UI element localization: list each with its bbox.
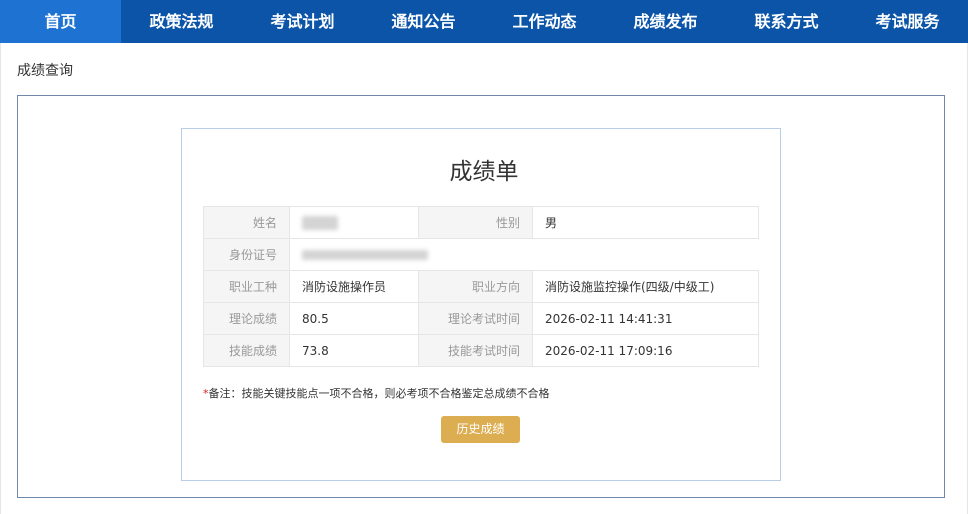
skill-score-value: 73.8 — [289, 334, 419, 367]
breadcrumb: 成绩查询 — [17, 63, 73, 79]
nav-news[interactable]: 工作动态 — [484, 0, 605, 43]
table-row: 职业工种 消防设施操作员 职业方向 消防设施监控操作(四级/中级工) — [203, 270, 759, 303]
name-value — [289, 206, 419, 239]
skill-time-label: 技能考试时间 — [418, 334, 533, 367]
nav-policy[interactable]: 政策法规 — [121, 0, 242, 43]
note: *备注：技能关键技能点一项不合格，则必考项不合格鉴定总成绩不合格 — [203, 385, 550, 401]
skill-score-label: 技能成绩 — [203, 334, 290, 367]
skill-time-value: 2026-02-11 17:09:16 — [532, 334, 759, 367]
score-table: 姓名 性别 男 身份证号 职业工种 消防设施操作员 职业方向 消防设施监控操作(… — [203, 206, 759, 367]
table-row: 技能成绩 73.8 技能考试时间 2026-02-11 17:09:16 — [203, 334, 759, 367]
redacted-name — [302, 215, 338, 230]
gender-label: 性别 — [418, 206, 533, 239]
nav-exam-service[interactable]: 考试服务 — [847, 0, 968, 43]
direction-label: 职业方向 — [418, 270, 533, 303]
direction-value: 消防设施监控操作(四级/中级工) — [532, 270, 759, 303]
id-label: 身份证号 — [203, 238, 290, 271]
theory-time-value: 2026-02-11 14:41:31 — [532, 302, 759, 335]
nav-home[interactable]: 首页 — [0, 0, 121, 43]
nav-exam-plan[interactable]: 考试计划 — [242, 0, 363, 43]
report-title: 成绩单 — [449, 159, 519, 185]
nav-contact[interactable]: 联系方式 — [726, 0, 847, 43]
top-navbar: 首页 政策法规 考试计划 通知公告 工作动态 成绩发布 联系方式 考试服务 — [0, 0, 968, 43]
theory-score-label: 理论成绩 — [203, 302, 290, 335]
theory-score-value: 80.5 — [289, 302, 419, 335]
nav-notices[interactable]: 通知公告 — [363, 0, 484, 43]
name-label: 姓名 — [203, 206, 290, 239]
gender-value: 男 — [532, 206, 759, 239]
history-scores-button[interactable]: 历史成绩 — [441, 416, 520, 443]
nav-results[interactable]: 成绩发布 — [605, 0, 726, 43]
table-row: 姓名 性别 男 — [203, 206, 759, 239]
redacted-id — [302, 250, 428, 260]
table-row: 理论成绩 80.5 理论考试时间 2026-02-11 14:41:31 — [203, 302, 759, 335]
theory-time-label: 理论考试时间 — [418, 302, 533, 335]
id-value — [289, 238, 759, 271]
occupation-label: 职业工种 — [203, 270, 290, 303]
occupation-value: 消防设施操作员 — [289, 270, 419, 303]
note-text: 备注：技能关键技能点一项不合格，则必考项不合格鉴定总成绩不合格 — [208, 387, 550, 400]
table-row: 身份证号 — [203, 238, 759, 271]
